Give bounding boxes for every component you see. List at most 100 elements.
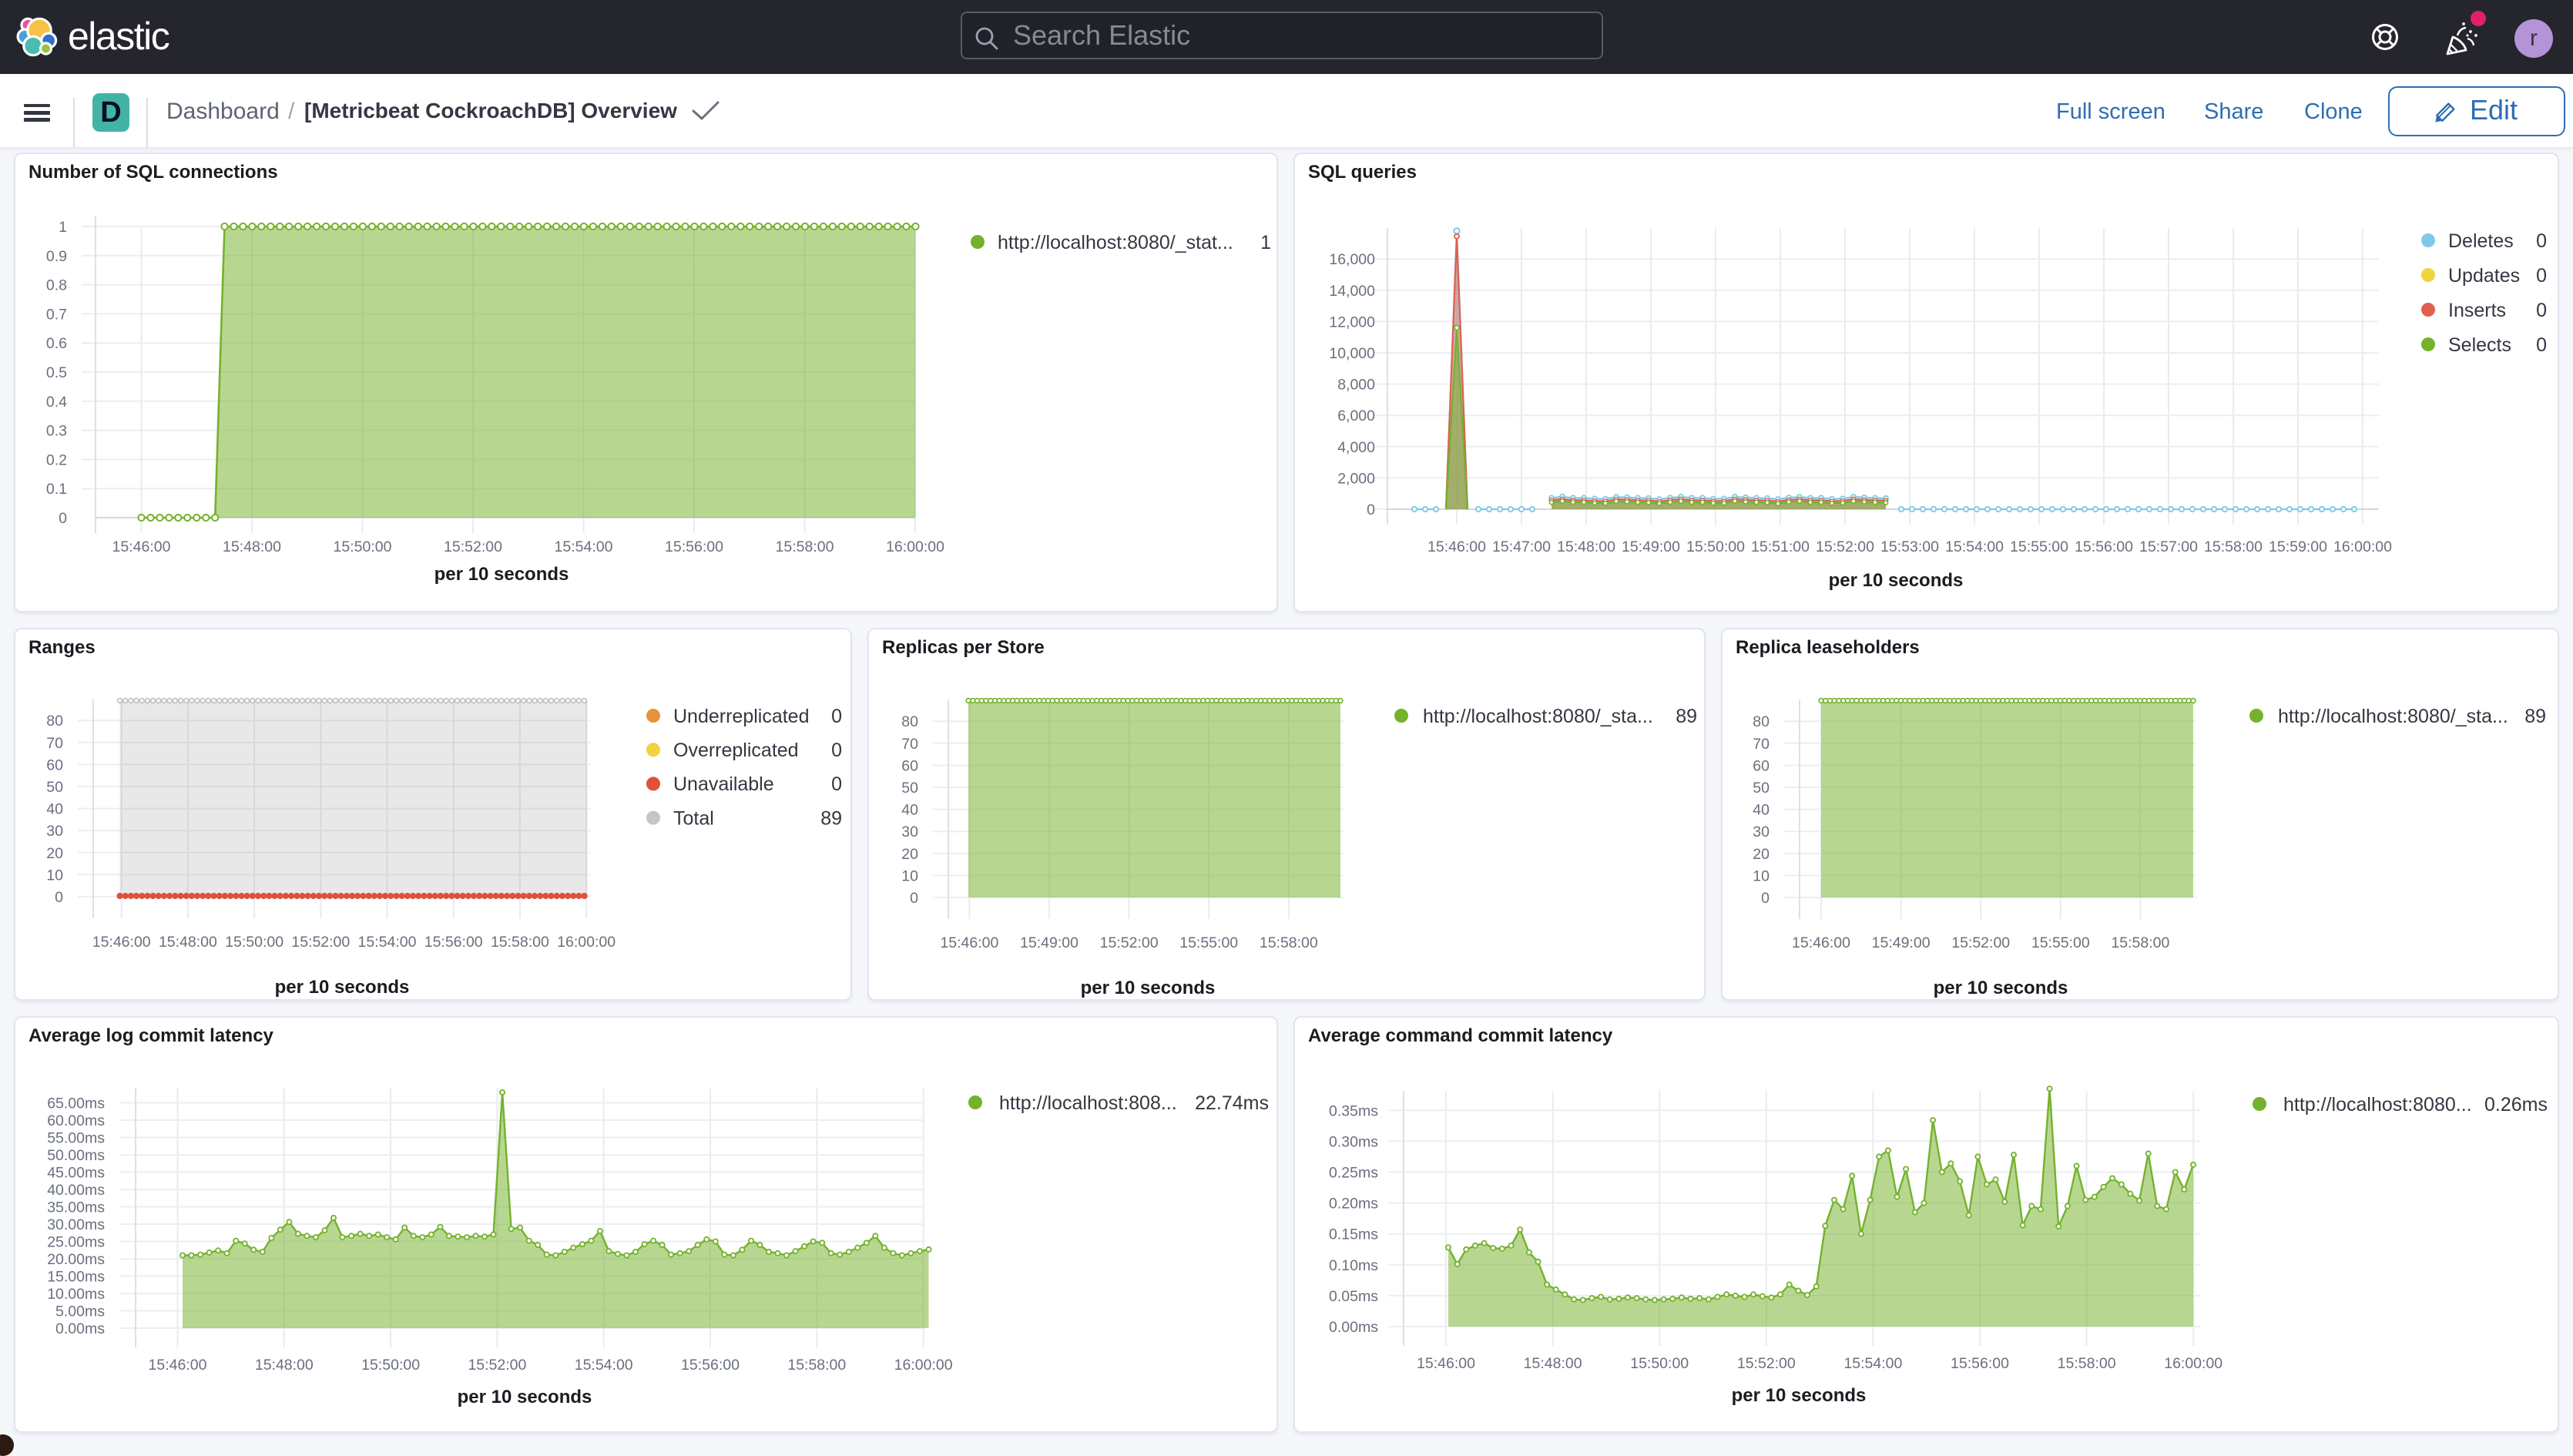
svg-text:0: 0 <box>2536 334 2547 356</box>
svg-text:15:56:00: 15:56:00 <box>1951 1355 2009 1372</box>
svg-text:Underreplicated: Underreplicated <box>673 706 810 727</box>
svg-text:Total: Total <box>673 807 714 829</box>
svg-text:5.00ms: 5.00ms <box>55 1303 105 1320</box>
svg-text:30: 30 <box>901 824 918 840</box>
svg-text:15:52:00: 15:52:00 <box>1100 934 1159 951</box>
svg-text:16:00:00: 16:00:00 <box>557 934 616 951</box>
svg-text:60: 60 <box>46 757 63 773</box>
svg-text:1: 1 <box>1260 232 1271 253</box>
svg-text:30: 30 <box>1753 824 1770 840</box>
svg-text:15:58:00: 15:58:00 <box>2111 934 2169 951</box>
svg-text:80: 80 <box>1753 713 1770 730</box>
svg-text:15:55:00: 15:55:00 <box>1179 934 1238 951</box>
svg-text:50.00ms: 50.00ms <box>47 1147 105 1164</box>
svg-text:16,000: 16,000 <box>1329 251 1375 268</box>
svg-text:15:50:00: 15:50:00 <box>225 934 283 951</box>
svg-text:0.4: 0.4 <box>46 394 67 411</box>
svg-text:15:50:00: 15:50:00 <box>334 538 392 555</box>
svg-text:per 10 seconds: per 10 seconds <box>1732 1385 1867 1406</box>
svg-text:0.7: 0.7 <box>46 306 67 323</box>
svg-text:15:49:00: 15:49:00 <box>1622 538 1680 555</box>
svg-text:http://localhost:8080/_sta...: http://localhost:8080/_sta... <box>2278 706 2508 727</box>
svg-text:50: 50 <box>901 780 918 797</box>
svg-text:16:00:00: 16:00:00 <box>2164 1355 2222 1372</box>
svg-text:15:58:00: 15:58:00 <box>491 934 549 951</box>
svg-text:0.20ms: 0.20ms <box>1329 1196 1378 1213</box>
svg-text:4,000: 4,000 <box>1337 439 1375 456</box>
svg-text:35.00ms: 35.00ms <box>47 1199 105 1216</box>
svg-text:15:48:00: 15:48:00 <box>223 538 281 555</box>
svg-text:http://localhost:8080...: http://localhost:8080... <box>2283 1094 2472 1115</box>
svg-text:15:52:00: 15:52:00 <box>444 538 502 555</box>
svg-text:15:50:00: 15:50:00 <box>1630 1355 1689 1372</box>
svg-text:Updates: Updates <box>2448 265 2520 287</box>
svg-text:0: 0 <box>1367 502 1375 518</box>
svg-text:20: 20 <box>1753 846 1770 863</box>
svg-text:http://localhost:8080/_sta...: http://localhost:8080/_sta... <box>1423 706 1653 727</box>
svg-text:15:55:00: 15:55:00 <box>2031 934 2090 951</box>
svg-text:25.00ms: 25.00ms <box>47 1234 105 1251</box>
svg-text:0.10ms: 0.10ms <box>1329 1257 1378 1274</box>
svg-text:0: 0 <box>831 773 842 795</box>
svg-text:http://localhost:808...: http://localhost:808... <box>999 1092 1177 1114</box>
svg-text:70: 70 <box>1753 736 1770 753</box>
svg-text:0.2: 0.2 <box>46 451 67 468</box>
svg-text:15:53:00: 15:53:00 <box>1880 538 1939 555</box>
svg-text:http://localhost:8080/_stat...: http://localhost:8080/_stat... <box>998 232 1233 253</box>
svg-text:0.26ms: 0.26ms <box>2484 1094 2548 1115</box>
svg-text:15:52:00: 15:52:00 <box>1737 1355 1796 1372</box>
svg-text:15:48:00: 15:48:00 <box>255 1357 314 1374</box>
svg-text:40: 40 <box>46 801 63 818</box>
svg-text:0.00ms: 0.00ms <box>55 1320 105 1337</box>
svg-text:89: 89 <box>820 807 842 829</box>
svg-text:10: 10 <box>46 867 63 884</box>
svg-text:20.00ms: 20.00ms <box>47 1251 105 1268</box>
svg-text:8,000: 8,000 <box>1337 377 1375 394</box>
svg-text:15:55:00: 15:55:00 <box>2010 538 2068 555</box>
svg-text:65.00ms: 65.00ms <box>47 1095 105 1112</box>
svg-text:15:58:00: 15:58:00 <box>2204 538 2263 555</box>
svg-text:20: 20 <box>901 846 918 863</box>
svg-text:16:00:00: 16:00:00 <box>894 1357 953 1374</box>
svg-text:0: 0 <box>2536 230 2547 252</box>
svg-text:per 10 seconds: per 10 seconds <box>275 977 410 998</box>
svg-text:60: 60 <box>1753 757 1770 774</box>
svg-text:0: 0 <box>831 706 842 727</box>
svg-text:50: 50 <box>1753 780 1770 797</box>
svg-text:15:54:00: 15:54:00 <box>575 1357 633 1374</box>
svg-text:15:47:00: 15:47:00 <box>1492 538 1551 555</box>
svg-text:15:52:00: 15:52:00 <box>1816 538 1874 555</box>
svg-text:15:56:00: 15:56:00 <box>2075 538 2133 555</box>
svg-text:30: 30 <box>46 823 63 840</box>
svg-text:15.00ms: 15.00ms <box>47 1269 105 1286</box>
svg-text:Inserts: Inserts <box>2448 300 2506 321</box>
svg-text:Deletes: Deletes <box>2448 230 2514 252</box>
svg-text:per 10 seconds: per 10 seconds <box>458 1387 592 1407</box>
svg-text:10: 10 <box>1753 867 1770 884</box>
svg-text:0: 0 <box>2536 265 2547 287</box>
svg-text:15:58:00: 15:58:00 <box>776 538 834 555</box>
svg-text:10,000: 10,000 <box>1329 345 1375 362</box>
svg-text:16:00:00: 16:00:00 <box>2333 538 2392 555</box>
svg-text:15:54:00: 15:54:00 <box>1843 1355 1902 1372</box>
svg-text:40: 40 <box>901 802 918 819</box>
svg-text:15:59:00: 15:59:00 <box>2269 538 2327 555</box>
svg-text:0: 0 <box>59 510 67 527</box>
svg-text:15:48:00: 15:48:00 <box>1524 1355 1582 1372</box>
svg-text:15:50:00: 15:50:00 <box>1686 538 1745 555</box>
svg-text:15:52:00: 15:52:00 <box>468 1357 526 1374</box>
svg-text:2,000: 2,000 <box>1337 470 1375 487</box>
svg-text:0.8: 0.8 <box>46 277 67 294</box>
svg-text:15:52:00: 15:52:00 <box>1951 934 2010 951</box>
svg-text:15:49:00: 15:49:00 <box>1020 934 1079 951</box>
svg-text:15:54:00: 15:54:00 <box>358 934 417 951</box>
svg-text:per 10 seconds: per 10 seconds <box>1829 570 1964 591</box>
svg-text:0.6: 0.6 <box>46 335 67 352</box>
svg-text:15:56:00: 15:56:00 <box>424 934 483 951</box>
svg-text:0: 0 <box>55 889 63 906</box>
svg-text:per 10 seconds: per 10 seconds <box>1934 978 2068 998</box>
svg-text:15:54:00: 15:54:00 <box>1945 538 2004 555</box>
svg-text:0.9: 0.9 <box>46 248 67 265</box>
svg-text:12,000: 12,000 <box>1329 314 1375 330</box>
svg-text:15:46:00: 15:46:00 <box>1417 1355 1475 1372</box>
